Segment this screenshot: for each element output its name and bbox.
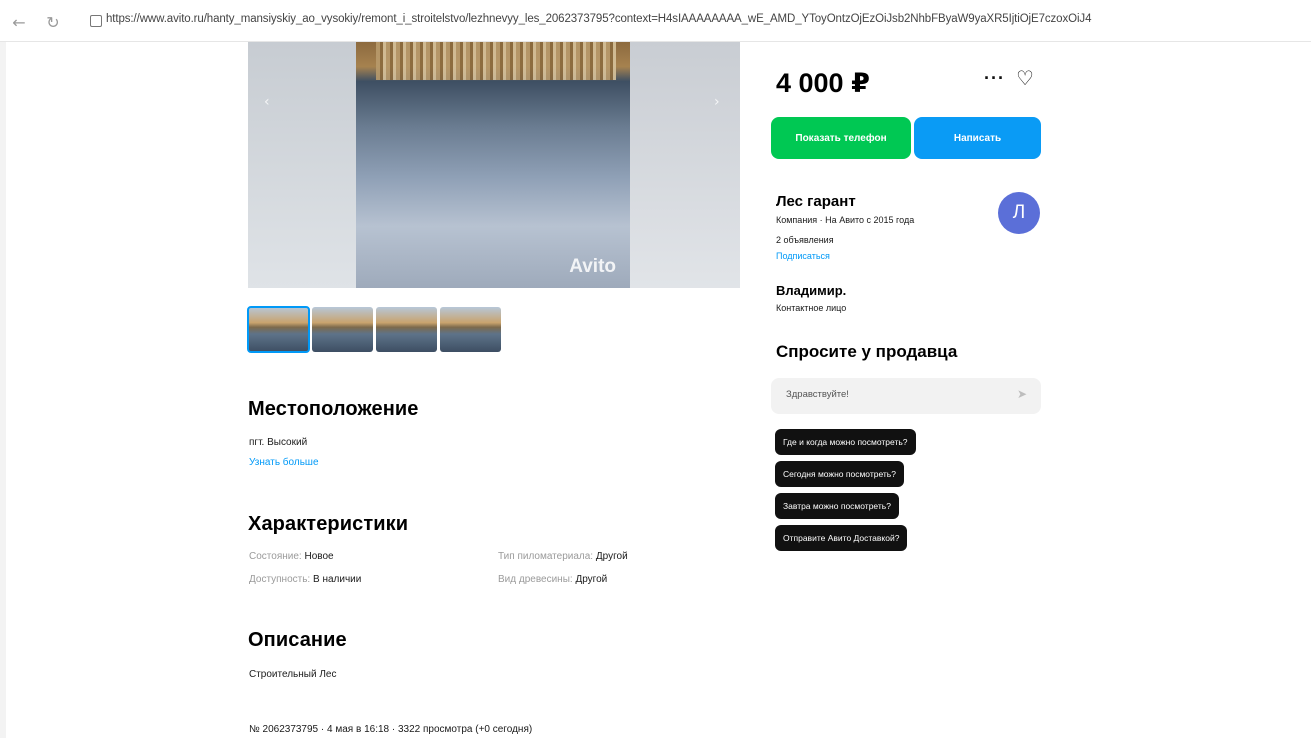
show-phone-button[interactable]: Показать телефон xyxy=(771,117,911,159)
subscribe-link[interactable]: Подписаться xyxy=(776,251,830,261)
browser-toolbar: ← ↻ https://www.avito.ru/hanty_mansiyski… xyxy=(0,0,1311,42)
message-input[interactable]: Здравствуйте! ➤ xyxy=(771,378,1041,414)
gallery-blur-left xyxy=(248,42,356,288)
seller-name[interactable]: Лес гарант xyxy=(776,193,856,210)
thumbnail[interactable] xyxy=(376,307,437,352)
contact-name: Владимир. xyxy=(776,283,847,298)
write-button[interactable]: Написать xyxy=(914,117,1041,159)
seller-info: Компания · На Авито с 2015 года xyxy=(776,215,915,225)
address-bar[interactable]: https://www.avito.ru/hanty_mansiyskiy_ao… xyxy=(106,13,1306,25)
thumbnail[interactable] xyxy=(312,307,373,352)
message-placeholder: Здравствуйте! xyxy=(786,389,849,400)
chevron-left-icon[interactable]: ‹ xyxy=(264,94,276,110)
chevron-right-icon[interactable]: › xyxy=(714,94,726,110)
location-title: Местоположение xyxy=(248,398,419,420)
spec-item: Тип пиломатериала: Другой xyxy=(498,551,628,562)
avito-watermark: Avito xyxy=(569,256,616,277)
avatar-letter: Л xyxy=(1012,202,1026,223)
spec-label: Тип пиломатериала: xyxy=(498,551,594,562)
more-dots-icon[interactable]: ··· xyxy=(984,68,1005,89)
spec-label: Доступность: xyxy=(249,574,311,585)
specs-title: Характеристики xyxy=(248,513,409,535)
spec-value: Новое xyxy=(304,551,334,562)
spec-value: Другой xyxy=(595,551,628,562)
description-text: Строительный Лес xyxy=(249,669,337,680)
arrow-left-icon[interactable]: ← xyxy=(10,13,28,32)
ask-seller-title: Спросите у продавца xyxy=(776,342,958,361)
spec-item: Доступность: В наличии xyxy=(249,574,361,585)
listing-meta: № 2062373795 · 4 мая в 16:18 · 3322 прос… xyxy=(249,724,533,735)
quick-question-chip[interactable]: Отправите Авито Доставкой? xyxy=(775,525,908,551)
spec-label: Вид древесины: xyxy=(498,574,573,585)
description-title: Описание xyxy=(248,629,347,651)
thumbnail[interactable] xyxy=(247,306,310,353)
gallery-blur-right xyxy=(630,42,740,288)
quick-question-chip[interactable]: Завтра можно посмотреть? xyxy=(775,493,899,519)
location-more-link[interactable]: Узнать больше xyxy=(249,457,319,468)
price: 4 000 ₽ xyxy=(776,68,870,98)
spec-item: Вид древесины: Другой xyxy=(498,574,607,585)
spec-item: Состояние: Новое xyxy=(249,551,334,562)
heart-icon[interactable]: ♡ xyxy=(1016,66,1034,90)
spec-label: Состояние: xyxy=(249,551,302,562)
avatar[interactable]: Л xyxy=(998,192,1040,234)
photo-gallery[interactable]: Avito ‹ › xyxy=(248,42,740,288)
left-edge-strip xyxy=(0,42,6,738)
thumbnail-strip xyxy=(247,306,501,353)
photo-logs-detail xyxy=(376,42,616,80)
spec-value: В наличии xyxy=(313,574,362,585)
reload-icon[interactable]: ↻ xyxy=(44,13,62,32)
main-photo[interactable]: Avito xyxy=(356,42,630,288)
spec-value: Другой xyxy=(575,574,608,585)
location-address: пгт. Высокий xyxy=(249,437,308,448)
thumbnail[interactable] xyxy=(440,307,501,352)
contact-role: Контактное лицо xyxy=(776,303,847,313)
quick-question-chip[interactable]: Сегодня можно посмотреть? xyxy=(775,461,904,487)
quick-question-chip[interactable]: Где и когда можно посмотреть? xyxy=(775,429,916,455)
send-icon[interactable]: ➤ xyxy=(1017,387,1027,401)
seller-ads-count[interactable]: 2 объявления xyxy=(776,235,834,245)
lock-icon[interactable] xyxy=(90,15,102,27)
